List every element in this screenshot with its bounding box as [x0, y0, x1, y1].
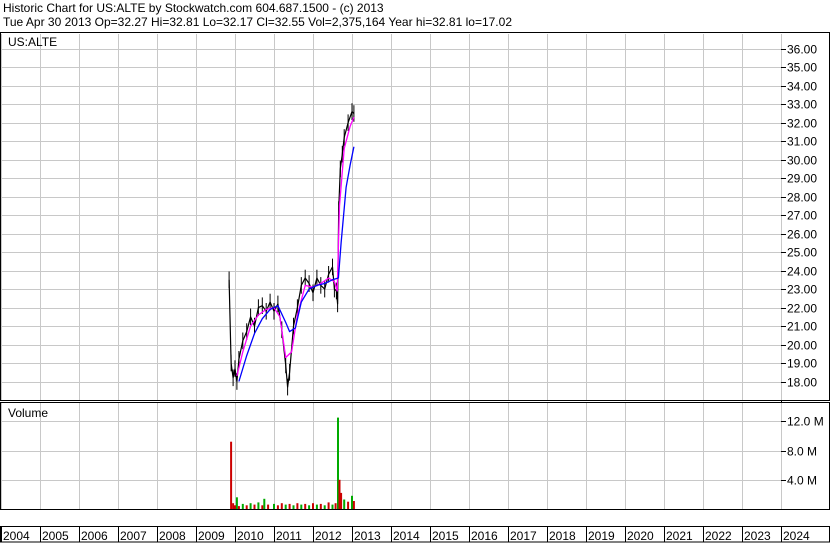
price-tick-label: 27.00	[787, 209, 817, 223]
year-label: 2005	[42, 529, 69, 543]
year-label: 2016	[471, 529, 498, 543]
price-tick-label: 25.00	[787, 246, 817, 260]
price-axis-ticks: 36.00 35.00 34.00 33.00 32.00 31.00 30.00 29.00…	[781, 43, 817, 390]
moving-average-short-line	[236, 116, 355, 377]
volume-bar	[352, 501, 355, 509]
price-tick-label: 35.00	[787, 61, 817, 75]
volume-bar	[230, 441, 233, 509]
volume-bar	[319, 503, 322, 509]
volume-bar	[347, 501, 350, 509]
price-series	[228, 103, 355, 396]
year-label: 2024	[783, 529, 810, 543]
price-tick-label: 20.00	[787, 339, 817, 353]
year-label: 2022	[705, 529, 732, 543]
volume-panel-title: Volume	[8, 406, 48, 420]
volume-bar	[351, 495, 353, 509]
year-label: 2015	[432, 529, 459, 543]
year-label: 2021	[666, 529, 693, 543]
year-label: 2012	[315, 529, 342, 543]
volume-bar	[267, 504, 270, 509]
volume-grid	[1, 403, 782, 509]
year-label: 2017	[510, 529, 537, 543]
volume-bar	[304, 503, 307, 509]
year-label: 2019	[588, 529, 615, 543]
volume-panel-frame	[0, 402, 830, 510]
volume-bar	[280, 503, 283, 509]
price-tick-label: 33.00	[787, 98, 817, 112]
year-label: 2014	[393, 529, 420, 543]
price-tick-label: 30.00	[787, 154, 817, 168]
price-tick-label: 23.00	[787, 283, 817, 297]
volume-bar	[235, 497, 238, 509]
volume-bar	[232, 503, 235, 509]
price-tick-label: 21.00	[787, 320, 817, 334]
price-tick-label: 34.00	[787, 80, 817, 94]
price-tick-label: 36.00	[787, 43, 817, 57]
volume-bar	[241, 503, 244, 509]
price-tick-label: 22.00	[787, 302, 817, 316]
volume-tick-label: 12.0 M	[787, 415, 824, 429]
volume-bar	[288, 503, 291, 509]
year-label: 2010	[237, 529, 264, 543]
year-label: 2013	[354, 529, 381, 543]
year-label: 2007	[120, 529, 147, 543]
volume-bars	[230, 417, 355, 509]
volume-tick-label: 8.0 M	[787, 445, 817, 459]
chart-svg: 36.00 35.00 34.00 33.00 32.00 31.00 30.00 29.00…	[0, 32, 830, 543]
volume-axis-ticks: 12.0 M 8.0 M 4.0 M	[781, 415, 824, 488]
volume-bar	[308, 505, 311, 509]
volume-bar	[300, 504, 303, 509]
volume-tick-label: 4.0 M	[787, 474, 817, 488]
volume-bar	[234, 505, 236, 509]
price-tick-label: 19.00	[787, 357, 817, 371]
moving-average-long-line	[238, 146, 355, 382]
volume-bar	[323, 505, 326, 509]
volume-bar	[249, 503, 252, 509]
volume-bar	[315, 504, 318, 509]
volume-bar	[276, 505, 279, 509]
price-tick-label: 32.00	[787, 117, 817, 131]
year-label: 2020	[627, 529, 654, 543]
year-label: 2008	[159, 529, 186, 543]
price-tick-label: 24.00	[787, 265, 817, 279]
year-label: 2018	[549, 529, 576, 543]
volume-bar	[340, 492, 343, 509]
price-tick-label: 26.00	[787, 228, 817, 242]
volume-bar	[261, 505, 264, 509]
year-label: 2009	[198, 529, 225, 543]
price-tick-label: 18.00	[787, 376, 817, 390]
volume-bar	[312, 503, 314, 509]
price-grid	[1, 34, 782, 400]
volume-bar	[245, 505, 248, 509]
volume-bar	[343, 499, 346, 509]
year-label: 2023	[744, 529, 771, 543]
year-axis: 2004 2005 2006 2007 2008 2009 2010 2011 2012 2013…	[1, 527, 810, 543]
price-tick-label: 29.00	[787, 172, 817, 186]
volume-bar	[327, 502, 330, 509]
volume-bar	[253, 504, 256, 509]
volume-bar	[334, 503, 337, 509]
year-label: 2004	[3, 529, 30, 543]
price-tick-label: 28.00	[787, 191, 817, 205]
price-tick-label: 31.00	[787, 135, 817, 149]
volume-bar	[292, 505, 295, 509]
volume-bar	[257, 502, 260, 509]
volume-bar	[273, 503, 275, 509]
volume-bar	[296, 503, 299, 509]
chart-frames	[0, 32, 830, 543]
volume-bar	[331, 504, 334, 509]
year-label: 2006	[81, 529, 108, 543]
volume-bar	[284, 504, 287, 509]
year-label: 2011	[276, 529, 302, 543]
volume-bar	[237, 506, 240, 509]
price-panel-title: US:ALTE	[8, 35, 57, 49]
volume-bar	[263, 498, 266, 509]
